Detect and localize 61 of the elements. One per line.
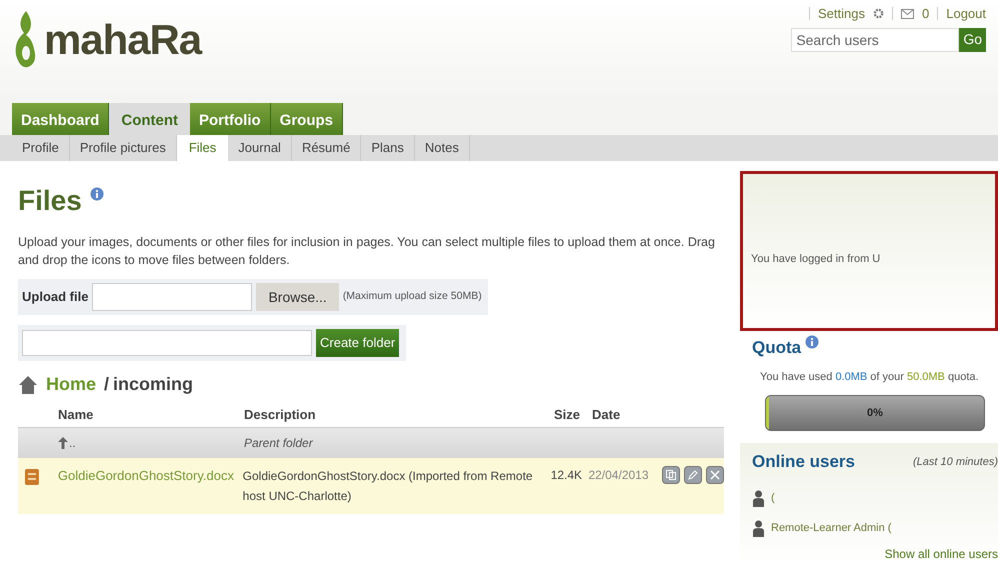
online-users-title: Online users bbox=[752, 451, 855, 473]
settings-link[interactable]: Settings bbox=[818, 4, 865, 24]
online-period: (Last 10 minutes) bbox=[913, 454, 998, 470]
message-count: 0 bbox=[922, 5, 930, 23]
folder-name-field[interactable] bbox=[22, 330, 312, 356]
subnav-tab[interactable]: Plans bbox=[361, 135, 415, 161]
subnav-tab[interactable]: Files bbox=[176, 135, 228, 161]
copy-icon bbox=[666, 470, 676, 480]
browse-button[interactable]: Browse... bbox=[256, 283, 339, 311]
table-cell-text: 22/04/2013 bbox=[588, 467, 650, 484]
gear-icon bbox=[873, 8, 884, 20]
nav-tab[interactable]: Content bbox=[109, 103, 190, 135]
info-icon[interactable] bbox=[90, 187, 104, 201]
table-cell-text: GoldieGordonGhostStory.docx (Imported from Remote host UNC-Charlotte) bbox=[242, 468, 534, 505]
nav-tab[interactable]: Portfolio bbox=[190, 103, 271, 135]
table-cell-text: 12.4K bbox=[550, 467, 584, 484]
parent-folder-link[interactable]: .. bbox=[69, 434, 76, 452]
up-arrow-icon[interactable] bbox=[58, 437, 68, 449]
subnav-tab[interactable]: Profile bbox=[12, 135, 70, 161]
create-folder-button[interactable]: Create folder bbox=[316, 329, 400, 357]
copy-button[interactable] bbox=[662, 466, 680, 484]
close-icon bbox=[710, 470, 720, 480]
search-field[interactable]: Search users bbox=[791, 28, 960, 52]
upload-field[interactable] bbox=[92, 283, 252, 311]
online-user-link[interactable]: Remote-Learner Admin ( bbox=[771, 520, 892, 537]
nav-tab[interactable]: Dashboard bbox=[12, 103, 110, 135]
show-all-users-link[interactable]: Show all online users bbox=[884, 544, 998, 562]
current-folder: incoming bbox=[113, 373, 194, 396]
logo-text: mahaRa bbox=[44, 15, 202, 65]
table-cell-text: Parent folder bbox=[244, 435, 313, 452]
logout-link[interactable]: Logout bbox=[946, 4, 986, 24]
column-header: Date bbox=[592, 406, 620, 424]
quota-text: You have used 0.0MB of your 50.0MB quota. bbox=[759, 370, 980, 384]
info-icon[interactable] bbox=[805, 335, 820, 349]
edit-button[interactable] bbox=[684, 466, 702, 484]
document-icon bbox=[24, 468, 40, 486]
column-header: Description bbox=[244, 406, 317, 424]
file-name-link[interactable]: GoldieGordonGhostStory.docx bbox=[58, 466, 243, 486]
subnav-tab[interactable]: Résumé bbox=[292, 135, 362, 161]
upload-label: Upload file bbox=[22, 288, 88, 306]
quota-title: Quota bbox=[752, 337, 802, 359]
page-title: Files bbox=[18, 187, 82, 215]
envelope-icon[interactable] bbox=[901, 8, 914, 19]
online-user-link[interactable]: ( bbox=[771, 490, 775, 507]
user-icon bbox=[752, 490, 765, 507]
home-icon[interactable] bbox=[18, 374, 38, 394]
max-size-note: (Maximum upload size 50MB) bbox=[342, 289, 482, 304]
subnav-tab[interactable]: Journal bbox=[228, 135, 292, 161]
column-header: Name bbox=[58, 406, 94, 424]
subnav-tab[interactable]: Notes bbox=[414, 135, 470, 161]
quota-reading: 0% bbox=[866, 406, 884, 421]
nav-tab[interactable]: Groups bbox=[270, 103, 344, 135]
pencil-icon bbox=[688, 470, 698, 480]
user-icon bbox=[752, 520, 765, 537]
breadcrumb-separator: / bbox=[104, 373, 110, 396]
home-link[interactable]: Home bbox=[46, 371, 96, 398]
login-notice: You have logged in from U bbox=[751, 252, 880, 267]
page-description: Upload your images, documents or other files for inclusion in pages. You can select multiple files to upload them at once. Drag and drop the icons to move files between folders. bbox=[18, 234, 716, 269]
delete-button[interactable] bbox=[706, 466, 724, 484]
go-button[interactable]: Go bbox=[959, 28, 986, 52]
column-header: Size bbox=[554, 406, 582, 424]
